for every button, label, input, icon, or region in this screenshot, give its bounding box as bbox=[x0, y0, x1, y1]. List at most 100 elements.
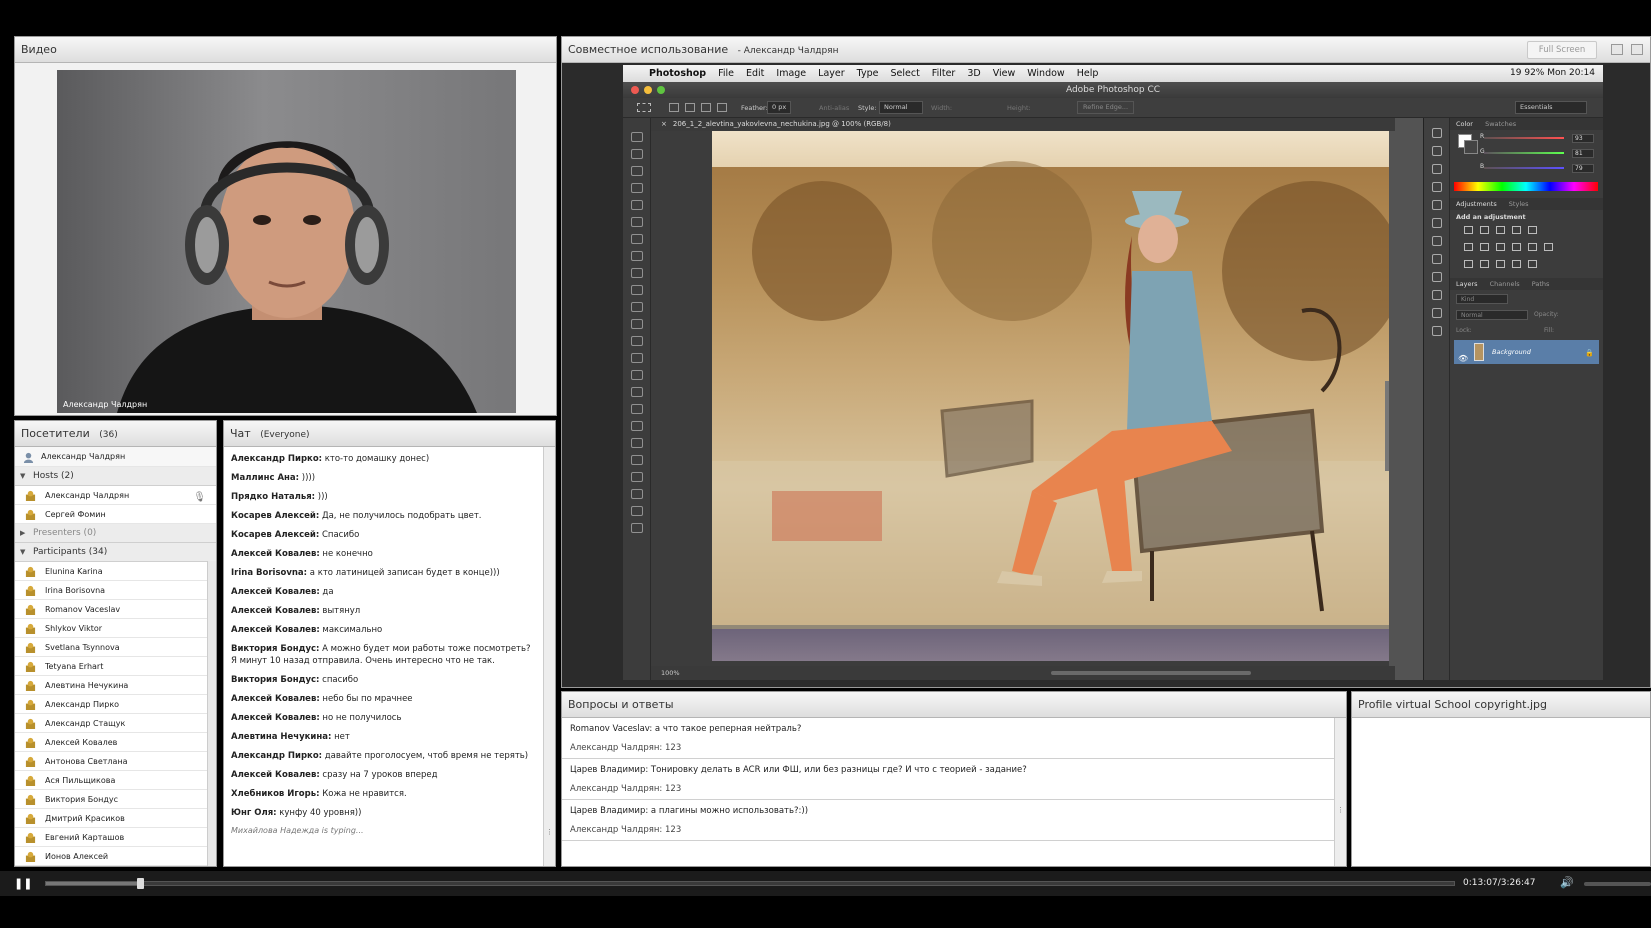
photoshop-tool-icon[interactable] bbox=[631, 472, 643, 482]
host-row[interactable]: Александр Чалдрян 🎙 bbox=[15, 486, 216, 505]
panel-dock-icon[interactable] bbox=[1432, 290, 1442, 300]
panel-dock-icon[interactable] bbox=[1432, 254, 1442, 264]
photoshop-tool-icon[interactable] bbox=[631, 251, 643, 261]
menu-edit[interactable]: Edit bbox=[746, 68, 764, 79]
pod-menu-icon[interactable] bbox=[1631, 44, 1643, 55]
photoshop-tool-icon[interactable] bbox=[631, 302, 643, 312]
photoshop-tool-icon[interactable] bbox=[631, 319, 643, 329]
presenters-group-header[interactable]: ▶ Presenters (0) bbox=[15, 524, 216, 543]
menu-select[interactable]: Select bbox=[890, 68, 919, 79]
paths-tab[interactable]: Paths bbox=[1532, 280, 1550, 288]
photoshop-tool-icon[interactable] bbox=[631, 438, 643, 448]
volume-icon[interactable]: 🔊 bbox=[1560, 876, 1574, 889]
adjustment-icon[interactable] bbox=[1528, 243, 1537, 251]
panel-dock-icon[interactable] bbox=[1432, 200, 1442, 210]
adjustment-icon[interactable] bbox=[1512, 226, 1521, 234]
photoshop-tool-icon[interactable] bbox=[631, 200, 643, 210]
participant-row[interactable]: Ионов Алексей bbox=[15, 847, 216, 866]
participant-row[interactable]: Алексей Ковалев bbox=[15, 733, 216, 752]
qa-item[interactable]: Romanov Vaceslav: а что такое реперная н… bbox=[562, 718, 1334, 759]
styles-tab[interactable]: Styles bbox=[1509, 200, 1529, 208]
color-tab[interactable]: Color bbox=[1456, 120, 1473, 128]
qa-item[interactable]: Царев Владимир: а плагины можно использо… bbox=[562, 800, 1334, 841]
layer-kind-filter[interactable]: Kind bbox=[1456, 294, 1508, 304]
adjustment-icon[interactable] bbox=[1464, 226, 1473, 234]
chat-scrollbar[interactable]: ⋮ bbox=[543, 447, 555, 866]
close-tab-icon[interactable]: × bbox=[661, 120, 667, 128]
color-spectrum[interactable] bbox=[1454, 182, 1598, 191]
close-window-icon[interactable] bbox=[631, 86, 639, 94]
panel-dock-icon[interactable] bbox=[1432, 164, 1442, 174]
host-row[interactable]: Сергей Фомин bbox=[15, 505, 216, 524]
photoshop-tool-icon[interactable] bbox=[631, 166, 643, 176]
participant-row[interactable]: Александр Пирко bbox=[15, 695, 216, 714]
hosts-group-header[interactable]: ▼ Hosts (2) bbox=[15, 467, 216, 486]
volume-slider[interactable] bbox=[1584, 882, 1651, 886]
panel-dock-icon[interactable] bbox=[1432, 218, 1442, 228]
panel-dock-icon[interactable] bbox=[1432, 326, 1442, 336]
menu-help[interactable]: Help bbox=[1077, 68, 1099, 79]
menu-filter[interactable]: Filter bbox=[932, 68, 956, 79]
selection-mode-icon[interactable] bbox=[669, 103, 679, 112]
qa-item[interactable]: Царев Владимир: Тонировку делать в ACR и… bbox=[562, 759, 1334, 800]
participant-row[interactable]: Антонова Светлана bbox=[15, 752, 216, 771]
eye-icon[interactable]: 👁 bbox=[1458, 347, 1468, 371]
blend-mode-select[interactable]: Normal bbox=[1456, 310, 1528, 320]
photoshop-tool-icon[interactable] bbox=[631, 370, 643, 380]
color-channel-slider[interactable] bbox=[1484, 137, 1564, 139]
adjustment-icon[interactable] bbox=[1480, 243, 1489, 251]
adjustment-icon[interactable] bbox=[1512, 260, 1521, 268]
photoshop-tool-icon[interactable] bbox=[631, 132, 643, 142]
qa-scrollbar[interactable]: ⋮ bbox=[1334, 718, 1346, 866]
participant-row[interactable]: Дмитрий Красиков bbox=[15, 809, 216, 828]
participant-row[interactable]: Евгений Карташов bbox=[15, 828, 216, 847]
menu-window[interactable]: Window bbox=[1027, 68, 1064, 79]
photoshop-tool-icon[interactable] bbox=[631, 506, 643, 516]
panel-dock-icon[interactable] bbox=[1432, 128, 1442, 138]
workspace-select[interactable]: Essentials bbox=[1515, 101, 1587, 114]
photoshop-tool-icon[interactable] bbox=[631, 336, 643, 346]
photoshop-tool-icon[interactable] bbox=[631, 268, 643, 278]
adjustment-icon[interactable] bbox=[1496, 243, 1505, 251]
menu-image[interactable]: Image bbox=[776, 68, 806, 79]
menu-3d[interactable]: 3D bbox=[967, 68, 980, 79]
menu-file[interactable]: File bbox=[718, 68, 734, 79]
minimize-window-icon[interactable] bbox=[644, 86, 652, 94]
adjustment-icon[interactable] bbox=[1528, 260, 1537, 268]
adjustment-icon[interactable] bbox=[1496, 226, 1505, 234]
participant-row[interactable]: Elunina Karina bbox=[15, 562, 216, 581]
photoshop-tool-icon[interactable] bbox=[631, 149, 643, 159]
adjustment-icon[interactable] bbox=[1464, 243, 1473, 251]
color-channel-value[interactable]: 79 bbox=[1572, 164, 1594, 173]
panel-dock-icon[interactable] bbox=[1432, 236, 1442, 246]
full-screen-button[interactable]: Full Screen bbox=[1527, 41, 1597, 59]
menu-view[interactable]: View bbox=[993, 68, 1016, 79]
document-tab[interactable]: × 206_1_2_alevtina_yakovlevna_nechukina.j… bbox=[651, 118, 1395, 131]
color-channel-value[interactable]: 93 bbox=[1572, 134, 1594, 143]
participant-row[interactable]: Shlykov Viktor bbox=[15, 619, 216, 638]
photoshop-tool-icon[interactable] bbox=[631, 234, 643, 244]
antialias-checkbox[interactable]: Anti-alias bbox=[819, 104, 849, 112]
photoshop-tool-icon[interactable] bbox=[631, 404, 643, 414]
photoshop-tool-icon[interactable] bbox=[631, 217, 643, 227]
color-channel-slider[interactable] bbox=[1484, 152, 1564, 154]
panel-dock-icon[interactable] bbox=[1432, 308, 1442, 318]
zoom-level[interactable]: 100% bbox=[661, 669, 680, 677]
background-color-swatch[interactable] bbox=[1464, 140, 1478, 154]
pod-options-icon[interactable] bbox=[1611, 44, 1623, 55]
document-canvas[interactable] bbox=[651, 131, 1389, 666]
adjustment-icon[interactable] bbox=[1496, 260, 1505, 268]
adjustment-icon[interactable] bbox=[1544, 243, 1553, 251]
participant-row[interactable]: Irina Borisovna bbox=[15, 581, 216, 600]
photoshop-tool-icon[interactable] bbox=[631, 489, 643, 499]
menu-photoshop[interactable]: Photoshop bbox=[649, 68, 706, 79]
color-channel-slider[interactable] bbox=[1484, 167, 1564, 169]
photoshop-tool-icon[interactable] bbox=[631, 523, 643, 533]
color-channel-value[interactable]: 81 bbox=[1572, 149, 1594, 158]
participant-row[interactable]: Romanov Vaceslav bbox=[15, 600, 216, 619]
menu-type[interactable]: Type bbox=[857, 68, 879, 79]
canvas-vertical-scrollbar[interactable] bbox=[1385, 381, 1389, 471]
photoshop-tool-icon[interactable] bbox=[631, 387, 643, 397]
panel-dock-icon[interactable] bbox=[1432, 272, 1442, 282]
style-select[interactable]: Normal bbox=[879, 101, 923, 114]
